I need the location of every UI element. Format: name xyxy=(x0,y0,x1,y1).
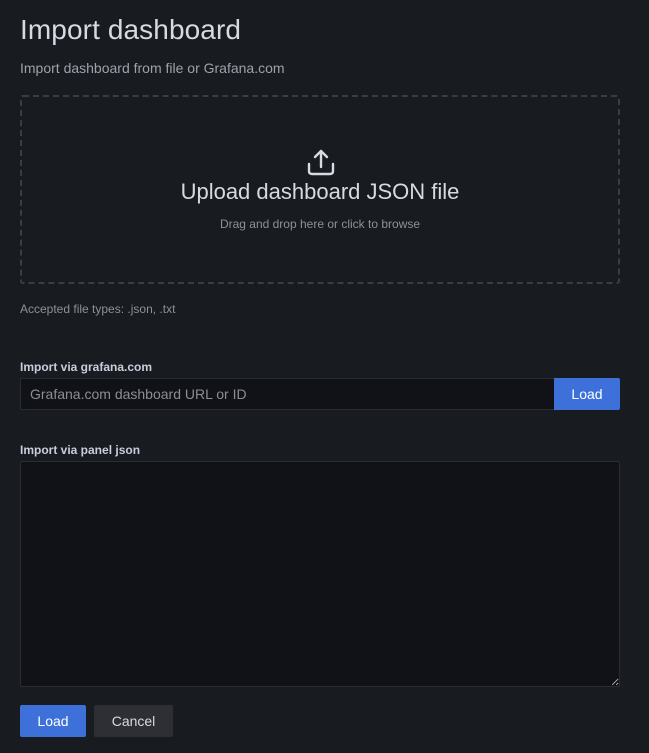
accepted-file-types: Accepted file types: .json, .txt xyxy=(20,302,176,316)
grafana-url-input[interactable] xyxy=(20,378,555,410)
page-title: Import dashboard xyxy=(20,14,242,45)
import-dashboard-page: Import dashboard Import dashboard from f… xyxy=(0,0,649,753)
panel-json-textarea[interactable] xyxy=(20,461,620,687)
upload-hint: Drag and drop here or click to browse xyxy=(219,217,421,231)
cancel-button[interactable]: Cancel xyxy=(94,705,173,737)
upload-icon xyxy=(307,149,335,176)
file-upload-dropzone[interactable]: Upload dashboard JSON file Drag and drop… xyxy=(20,95,620,284)
grafana-import-label: Import via grafana.com xyxy=(20,360,153,374)
grafana-load-button[interactable]: Load xyxy=(554,378,620,410)
page-subtitle: Import dashboard from file or Grafana.co… xyxy=(20,60,285,76)
upload-title: Upload dashboard JSON file xyxy=(180,179,460,204)
panel-json-label: Import via panel json xyxy=(20,443,141,457)
load-button[interactable]: Load xyxy=(20,705,86,737)
